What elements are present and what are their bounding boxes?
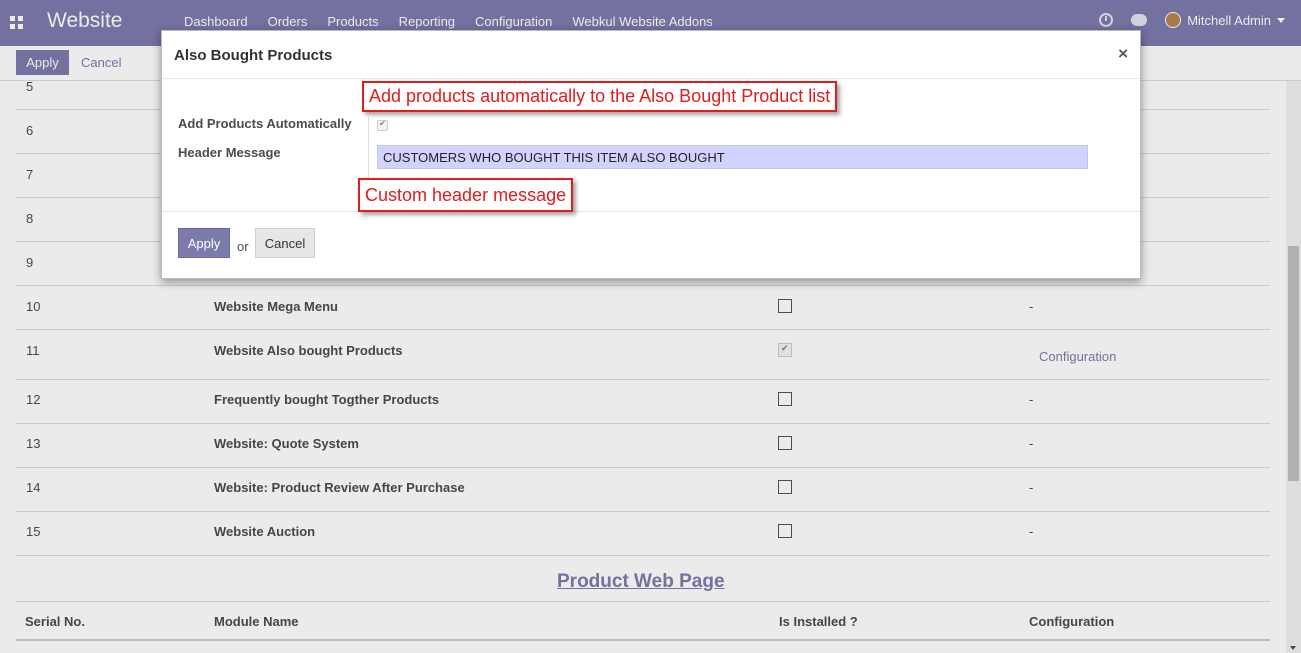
close-icon[interactable]: ×	[1118, 44, 1128, 64]
also-bought-dialog: Also Bought Products × Add Products Auto…	[161, 30, 1141, 279]
dialog-title: Also Bought Products	[174, 47, 333, 64]
dialog-header: Also Bought Products ×	[162, 31, 1140, 79]
header-message-label: Header Message	[178, 145, 281, 160]
dialog-cancel-button[interactable]: Cancel	[255, 228, 315, 258]
annotation-header-message: Custom header message	[358, 178, 574, 212]
dialog-footer: Apply or Cancel	[162, 211, 1140, 278]
dialog-apply-button[interactable]: Apply	[178, 228, 230, 258]
or-text: or	[237, 239, 249, 254]
add-automatically-checkbox[interactable]	[377, 119, 388, 131]
header-message-input[interactable]	[377, 145, 1088, 169]
annotation-auto-add: Add products automatically to the Also B…	[362, 81, 838, 112]
add-automatically-label: Add Products Automatically	[178, 116, 352, 131]
